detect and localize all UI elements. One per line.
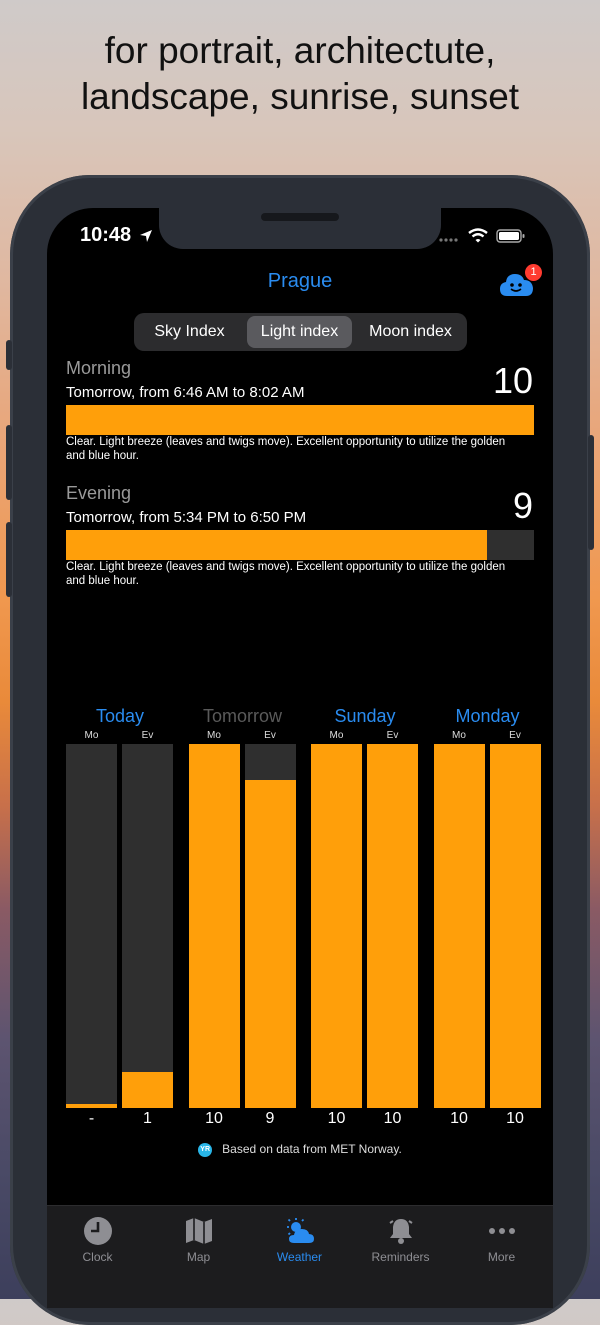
morning-score: 10 — [492, 360, 533, 401]
city-title[interactable]: Prague — [47, 270, 553, 293]
morning-index-value: 10 — [205, 1110, 223, 1127]
weather-account-button[interactable]: 1 — [499, 264, 542, 298]
volume-down-button — [6, 522, 12, 597]
morning-index-fill — [66, 405, 534, 435]
evening-index-fill — [66, 530, 488, 560]
evening-column-label: Ev — [264, 730, 276, 741]
data-source-credit: YR Based on data from MET Norway. — [47, 1142, 553, 1157]
evening-index-column — [367, 744, 418, 1108]
tab-clock[interactable]: Clock — [47, 1206, 148, 1276]
evening-index-value: 1 — [143, 1110, 152, 1127]
morning-index-value: 10 — [327, 1110, 346, 1127]
more-icon — [489, 1228, 515, 1234]
morning-index-column-fill — [188, 744, 240, 1108]
tab-reminders-label: Reminders — [371, 1250, 430, 1264]
weather-icon — [287, 1218, 314, 1243]
segment-light-index[interactable]: Light index — [247, 316, 352, 348]
segment-moon-index[interactable]: Moon index — [357, 316, 464, 348]
tab-map-label: Map — [186, 1250, 211, 1264]
tab-map[interactable]: Map — [148, 1206, 249, 1276]
evening-column-label: Ev — [509, 730, 521, 741]
morning-index-column-fill — [311, 744, 362, 1108]
mute-switch — [6, 340, 12, 370]
status-time: 10:48 — [80, 224, 132, 246]
evening-index-value: 10 — [506, 1110, 524, 1127]
evening-index-value: 9 — [265, 1110, 275, 1127]
tab-clock-label: Clock — [82, 1250, 113, 1264]
evening-index-value: 10 — [383, 1110, 402, 1127]
notification-badge: 1 — [525, 264, 542, 281]
morning-index-value: 10 — [450, 1110, 468, 1127]
wifi-icon — [468, 228, 488, 243]
evening-column-label: Ev — [386, 730, 399, 741]
morning-title: Morning — [66, 358, 132, 378]
bell-icon — [389, 1219, 413, 1244]
morning-index-column — [188, 744, 240, 1108]
app-screen: 10:48 Prague 1 Sky Index Light index Moo… — [47, 208, 553, 1308]
morning-index-column — [66, 744, 117, 1108]
credit-text: Based on data from MET Norway. — [222, 1142, 402, 1156]
tab-weather[interactable]: Weather — [249, 1206, 350, 1276]
signal-dots-icon — [439, 238, 458, 242]
tab-more[interactable]: More — [451, 1206, 552, 1276]
morning-index-value: - — [88, 1110, 95, 1127]
evening-index-column — [489, 744, 541, 1108]
side-button — [588, 435, 594, 550]
morning-column-label: Mo — [329, 730, 344, 741]
evening-index-column-fill — [122, 1072, 173, 1108]
evening-index-column-fill — [244, 780, 296, 1108]
day-label[interactable]: Tomorrow — [185, 706, 301, 727]
evening-index-column-fill — [489, 744, 541, 1108]
location-arrow-icon — [140, 230, 152, 242]
morning-description: Clear. Light breeze (leaves and twigs mo… — [66, 436, 506, 462]
evening-description: Clear. Light breeze (leaves and twigs mo… — [66, 561, 506, 587]
day-label[interactable]: Today — [62, 706, 178, 727]
evening-column-label: Ev — [141, 730, 154, 741]
yr-logo-icon: YR — [198, 1142, 213, 1157]
day-label[interactable]: Monday — [430, 706, 546, 727]
evening-time-range: Tomorrow, from 5:34 PM to 6:50 PM — [66, 509, 307, 526]
evening-index-bar — [66, 530, 534, 560]
morning-column-label: Mo — [84, 730, 99, 741]
evening-index-column — [122, 744, 173, 1108]
tab-reminders[interactable]: Reminders — [350, 1206, 451, 1276]
tab-weather-label: Weather — [276, 1250, 323, 1264]
speaker-grille — [261, 213, 339, 221]
headline-line-2: landscape, sunrise, sunset — [80, 76, 520, 117]
morning-index-column-fill — [433, 744, 485, 1108]
morning-column-label: Mo — [207, 730, 221, 741]
battery-icon — [496, 229, 525, 243]
morning-index-column — [433, 744, 485, 1108]
morning-index-bar — [66, 405, 534, 435]
morning-column-label: Mo — [452, 730, 466, 741]
tab-bar: Clock Map Weather Reminders More — [47, 1205, 553, 1308]
morning-index-column — [311, 744, 362, 1108]
map-icon — [186, 1218, 212, 1244]
evening-score: 9 — [512, 485, 533, 526]
clock-icon — [84, 1217, 112, 1245]
evening-index-column — [244, 744, 296, 1108]
headline: for portrait, architectute, landscape, s… — [0, 28, 600, 120]
morning-index-column-fill — [66, 1104, 117, 1108]
evening-title: Evening — [66, 483, 132, 503]
evening-index-column-fill — [367, 744, 418, 1108]
index-segmented-control: Sky Index Light index Moon index — [134, 313, 467, 351]
day-label[interactable]: Sunday — [307, 706, 423, 727]
volume-up-button — [6, 425, 12, 500]
segment-sky-index[interactable]: Sky Index — [137, 316, 242, 348]
tab-more-label: More — [487, 1250, 516, 1264]
morning-time-range: Tomorrow, from 6:46 AM to 8:02 AM — [66, 384, 305, 401]
headline-line-1: for portrait, architectute, — [104, 30, 496, 71]
